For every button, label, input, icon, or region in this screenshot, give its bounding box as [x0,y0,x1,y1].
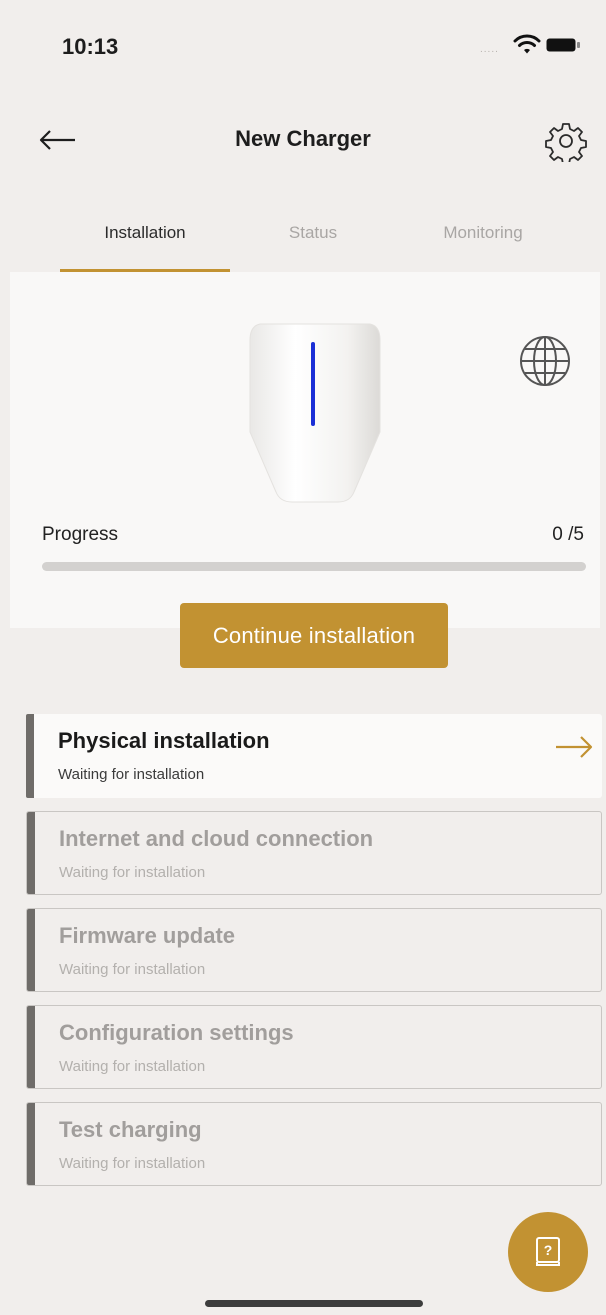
status-time: 10:13 [62,34,119,59]
step-status: Waiting for installation [59,961,206,978]
step-title: Physical installation [58,728,270,753]
wifi-icon [513,34,541,54]
svg-text:?: ? [544,1242,553,1258]
progress-bar [42,562,586,571]
step-status: Waiting for installation [59,864,206,881]
status-bar: 10:13 ..... [0,0,606,90]
battery-icon [546,38,580,52]
signal-icon: ..... [480,44,499,55]
step-accent-bar [27,812,35,894]
step-internet-cloud-connection[interactable]: Internet and cloud connection Waiting fo… [26,811,602,895]
step-status: Waiting for installation [59,1155,206,1172]
globe-icon[interactable] [518,334,572,388]
step-accent-bar [27,1006,35,1088]
page-title: New Charger [235,126,371,151]
tab-installation[interactable]: Installation [60,223,230,243]
installation-steps-list: Physical installation Waiting for instal… [26,714,602,1199]
step-firmware-update[interactable]: Firmware update Waiting for installation [26,908,602,992]
tab-monitoring[interactable]: Monitoring [398,223,568,243]
progress-count: 0 /5 [552,524,584,545]
step-title: Internet and cloud connection [59,826,374,851]
step-title: Configuration settings [59,1020,294,1045]
gear-icon[interactable] [545,120,587,162]
nav-bar: New Charger [0,100,606,180]
charger-overview-card: Progress 0 /5 [10,272,600,628]
step-title: Test charging [59,1117,202,1142]
step-physical-installation[interactable]: Physical installation Waiting for instal… [26,714,602,798]
arrow-right-icon [556,736,593,758]
step-configuration-settings[interactable]: Configuration settings Waiting for insta… [26,1005,602,1089]
step-accent-bar [26,714,34,798]
step-test-charging[interactable]: Test charging Waiting for installation [26,1102,602,1186]
charger-image [249,323,381,503]
step-title: Firmware update [59,923,236,948]
tab-status[interactable]: Status [228,223,398,243]
step-accent-bar [27,909,35,991]
step-accent-bar [27,1103,35,1185]
home-indicator [205,1300,423,1307]
help-book-icon: ? [536,1237,560,1266]
progress-label: Progress [42,524,119,545]
step-status: Waiting for installation [58,766,205,783]
help-button[interactable]: ? [508,1212,588,1292]
step-status: Waiting for installation [59,1058,206,1075]
continue-installation-button[interactable]: Continue installation [180,603,448,668]
tab-bar: Installation Status Monitoring [0,205,606,273]
